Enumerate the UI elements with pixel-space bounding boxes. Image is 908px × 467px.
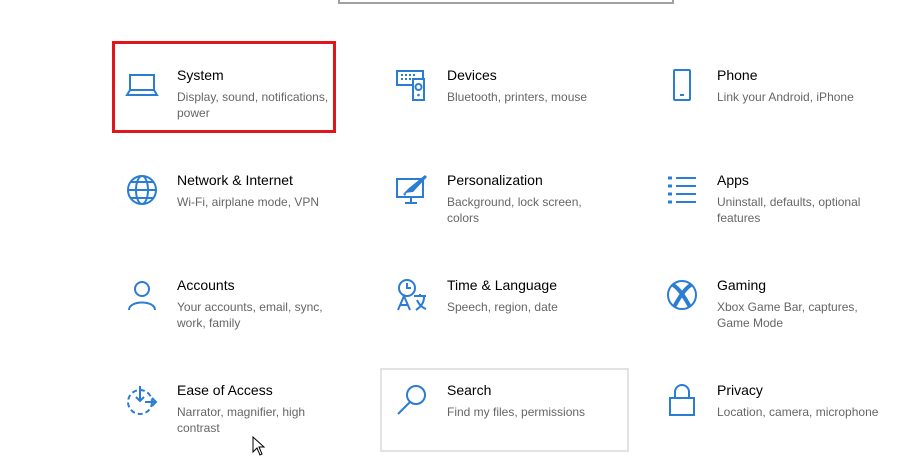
tile-privacy[interactable]: Privacy Location, camera, microphone (655, 382, 903, 467)
globe-icon (125, 173, 159, 207)
tile-subtitle: Bluetooth, printers, mouse (447, 90, 588, 104)
tile-subtitle: Link your Android, iPhone (717, 90, 854, 104)
tile-devices[interactable]: Devices Bluetooth, printers, mouse (385, 67, 633, 152)
apps-list-icon (665, 173, 699, 207)
ease-of-access-icon (125, 383, 159, 417)
tile-title: Network & Internet (177, 172, 293, 188)
phone-icon (665, 68, 699, 102)
tile-title: Apps (717, 172, 749, 188)
tile-gaming[interactable]: Gaming Xbox Game Bar, captures, Game Mod… (655, 277, 903, 362)
tile-accounts[interactable]: Accounts Your accounts, email, sync, wor… (115, 277, 363, 362)
selection-highlight (112, 41, 336, 133)
tile-subtitle: Your accounts, email, sync, work, family (177, 300, 323, 330)
tile-subtitle: Uninstall, defaults, optional features (717, 195, 861, 225)
lock-icon (665, 383, 699, 417)
tile-title: Gaming (717, 277, 767, 293)
tile-phone[interactable]: Phone Link your Android, iPhone (655, 67, 903, 152)
tile-subtitle: Wi-Fi, airplane mode, VPN (177, 195, 320, 209)
tile-title: Accounts (177, 277, 235, 293)
search-settings-input[interactable] (338, 0, 674, 4)
tile-title: Ease of Access (177, 382, 273, 398)
tile-network-internet[interactable]: Network & Internet Wi-Fi, airplane mode,… (115, 172, 363, 257)
tile-subtitle: Background, lock screen, colors (447, 195, 582, 225)
mouse-cursor-icon (252, 435, 266, 461)
tile-title: Privacy (717, 382, 763, 398)
tile-time-language[interactable]: Time & Language Speech, region, date (385, 277, 633, 362)
person-icon (125, 278, 159, 312)
tile-title: Personalization (447, 172, 543, 188)
paint-icon (395, 173, 429, 207)
tile-subtitle: Speech, region, date (447, 300, 558, 314)
hover-highlight (380, 368, 629, 452)
xbox-icon (665, 278, 699, 312)
time-language-icon (395, 278, 429, 312)
tile-apps[interactable]: Apps Uninstall, defaults, optional featu… (655, 172, 903, 257)
tile-title: Time & Language (447, 277, 557, 293)
tile-subtitle: Xbox Game Bar, captures, Game Mode (717, 300, 858, 330)
tile-title: Devices (447, 67, 497, 83)
tile-personalization[interactable]: Personalization Background, lock screen,… (385, 172, 633, 257)
tile-subtitle: Location, camera, microphone (717, 405, 879, 419)
devices-icon (395, 68, 429, 102)
tile-title: Phone (717, 67, 758, 83)
tile-ease-of-access[interactable]: Ease of Access Narrator, magnifier, high… (115, 382, 363, 467)
tile-subtitle: Narrator, magnifier, high contrast (177, 405, 306, 435)
